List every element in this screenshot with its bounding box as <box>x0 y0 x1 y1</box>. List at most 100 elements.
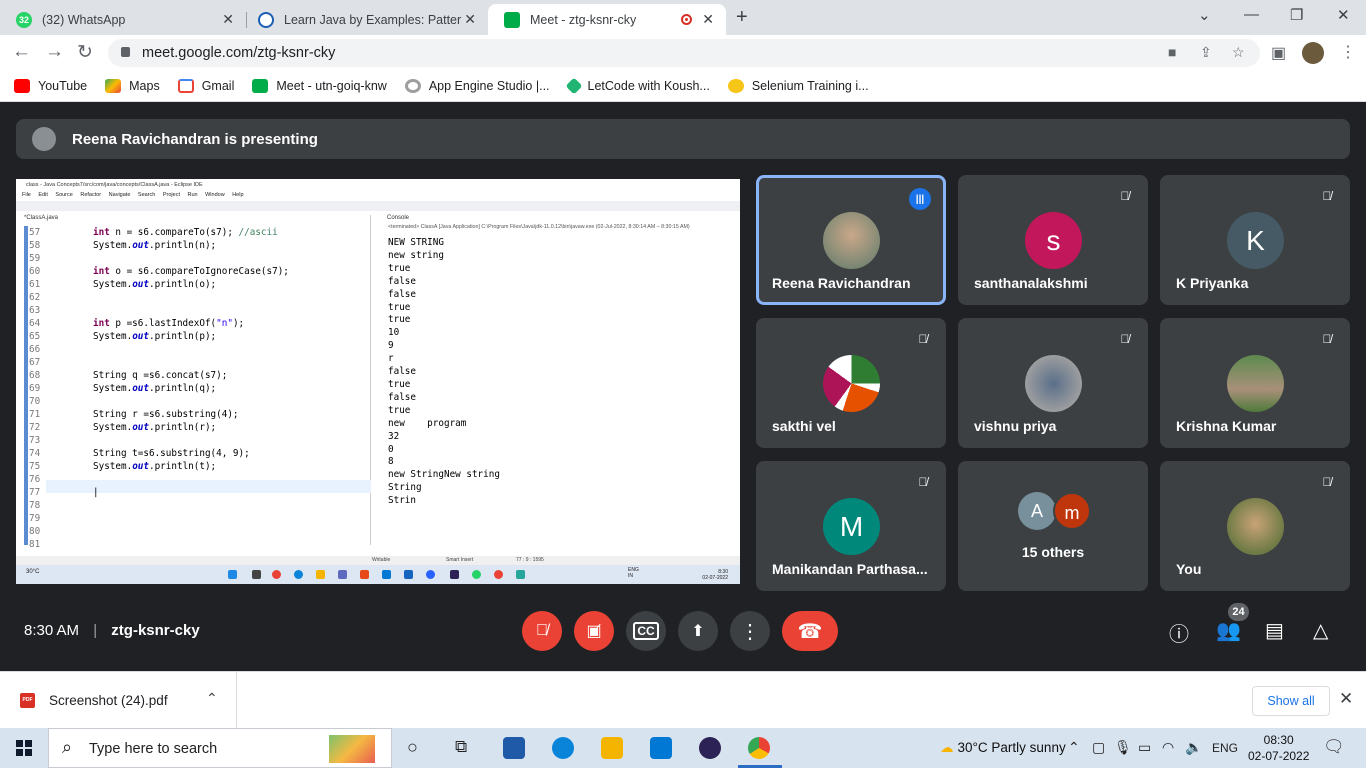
line-number: 80 <box>29 526 41 537</box>
side-panel-icon[interactable]: ▣ <box>1271 43 1286 63</box>
bookmark-maps[interactable]: Maps <box>105 78 160 93</box>
edge-icon[interactable] <box>552 737 574 759</box>
bookmark-meet[interactable]: Meet - utn-goiq-knw <box>252 78 387 93</box>
console-tab: Console <box>387 215 410 221</box>
bookmark-selenium[interactable]: Selenium Training i... <box>727 78 869 93</box>
close-tab-icon[interactable]: ✕ <box>702 11 714 28</box>
search-icon: ⌕ <box>62 737 73 757</box>
chrome-icon[interactable] <box>748 737 770 759</box>
file-explorer-icon[interactable] <box>601 737 623 759</box>
bookmark-star-icon[interactable]: ☆ <box>1232 44 1245 61</box>
cortana-icon[interactable]: ○ <box>407 737 418 758</box>
show-hidden-icons[interactable]: ⌃ <box>1068 739 1080 756</box>
participant-tile[interactable]: ||| Reena Ravichandran <box>756 175 946 305</box>
weather-widget[interactable]: ☁ 30°C Partly sunny <box>940 740 1066 756</box>
forward-icon[interactable]: → <box>45 41 64 63</box>
console-line: true <box>388 262 411 274</box>
more-options-button[interactable]: ⋮ <box>730 611 770 651</box>
remote-zoom-icon <box>404 570 413 579</box>
more-vert-icon: ⋮ <box>740 620 760 643</box>
back-icon[interactable]: ← <box>12 41 31 63</box>
windows-start-icon[interactable] <box>16 740 32 756</box>
meeting-details-icon[interactable]: ⓘ <box>1169 618 1189 647</box>
bookmarks-bar: YouTube Maps Gmail Meet - utn-goiq-knw A… <box>0 70 1366 102</box>
recording-icon <box>681 14 692 25</box>
participant-tile[interactable]: 🎙̸ s santhanalakshmi <box>958 175 1148 305</box>
participant-tile[interactable]: 🎙̸ K K Priyanka <box>1160 175 1350 305</box>
camera-icon[interactable]: ■ <box>1168 44 1176 60</box>
meet-tray-icon[interactable]: ▢ <box>1092 739 1105 756</box>
eclipse-icon[interactable] <box>699 737 721 759</box>
taskbar-search-box[interactable]: ⌕ Type here to search <box>48 728 392 768</box>
mail-icon[interactable] <box>650 737 672 759</box>
bookmark-label: Selenium Training i... <box>751 78 869 93</box>
menu-icon[interactable]: ⋮ <box>1340 42 1356 62</box>
present-button[interactable]: ⬆ <box>678 611 718 651</box>
task-view-icon[interactable]: ⧉ <box>455 737 467 757</box>
site-icon <box>258 11 274 28</box>
show-all-button[interactable]: Show all <box>1252 686 1330 716</box>
camera-toggle-button[interactable]: ▣̸ <box>574 611 614 651</box>
close-tab-icon[interactable]: ✕ <box>464 11 476 28</box>
activities-icon[interactable]: △ <box>1313 618 1328 643</box>
close-icon[interactable]: ✕ <box>1339 689 1353 709</box>
store-icon[interactable] <box>503 737 525 759</box>
language-indicator[interactable]: ENG <box>1212 741 1238 755</box>
mic-toggle-button[interactable]: 🎙̸ <box>522 611 562 651</box>
tab-search-icon[interactable]: ⌄ <box>1198 6 1211 24</box>
bookmark-gmail[interactable]: Gmail <box>177 78 234 93</box>
line-numbers: 57 58 59 60 61 62 63 64 65 66 67 68 69 70 71 72 73 74 75 76… <box>29 226 45 551</box>
console-line: 9 <box>388 340 394 352</box>
participant-tile[interactable]: 🎙̸ M Manikandan Parthasa... <box>756 461 946 591</box>
minimize-button[interactable]: — <box>1244 6 1259 23</box>
participant-tile[interactable]: 🎙̸ vishnu priya <box>958 318 1148 448</box>
line-number: 66 <box>29 344 41 355</box>
tab-title: (32) WhatsApp <box>42 12 126 27</box>
bookmark-letcode[interactable]: LetCode with Koush... <box>565 77 710 94</box>
volume-icon[interactable]: 🔈 <box>1185 739 1202 756</box>
participant-tile[interactable]: 🎙̸ Krishna Kumar <box>1160 318 1350 448</box>
eclipse-toolbar <box>16 201 740 211</box>
notifications-icon[interactable]: 🗨 <box>1323 737 1345 757</box>
line-number: 73 <box>29 435 41 446</box>
tab-title: Learn Java by Examples: Pattern p <box>284 12 462 27</box>
line-number: 59 <box>29 253 41 264</box>
close-tab-icon[interactable]: ✕ <box>222 11 234 28</box>
chat-icon[interactable]: ▤ <box>1265 618 1284 643</box>
reload-icon[interactable]: ↻ <box>77 41 93 64</box>
battery-icon[interactable]: ▭ <box>1138 739 1151 756</box>
line-number: 63 <box>29 305 41 316</box>
people-icon[interactable]: 👥 <box>1216 618 1241 643</box>
wifi-icon[interactable]: ◠ <box>1162 739 1174 756</box>
others-tile[interactable]: A m 15 others <box>958 461 1148 591</box>
chevron-up-icon[interactable]: ⌃ <box>206 690 218 707</box>
taskbar-clock[interactable]: 08:30 02-07-2022 <box>1248 732 1309 764</box>
omnibox[interactable]: meet.google.com/ztg-ksnr-cky ■ ⇪ ☆ <box>108 39 1260 67</box>
bookmark-youtube[interactable]: YouTube <box>14 78 87 93</box>
profile-avatar[interactable] <box>1302 42 1324 64</box>
participant-name: Reena Ravichandran <box>772 275 911 291</box>
line-number: 67 <box>29 357 41 368</box>
search-highlight-icon <box>329 735 375 763</box>
bookmark-app-engine[interactable]: App Engine Studio |... <box>404 78 550 93</box>
microphone-icon[interactable]: 🎙 <box>1114 739 1132 756</box>
console-line: 0 <box>388 443 394 455</box>
self-tile[interactable]: 🎙̸ You <box>1160 461 1350 591</box>
captions-button[interactable]: CC <box>626 611 666 651</box>
tab-meet[interactable]: Meet - ztg-ksnr-cky ✕ <box>488 4 726 35</box>
tab-learn-java[interactable]: Learn Java by Examples: Pattern p ✕ <box>242 4 488 35</box>
tab-whatsapp[interactable]: 32 (32) WhatsApp ✕ <box>0 4 246 35</box>
line-number: 81 <box>29 539 41 550</box>
line-number: 57 <box>29 227 41 238</box>
selenium-icon <box>727 78 744 93</box>
line-number: 79 <box>29 513 41 524</box>
restore-button[interactable]: ❐ <box>1290 6 1303 24</box>
new-tab-button[interactable]: + <box>736 6 748 29</box>
share-icon[interactable]: ⇪ <box>1200 44 1212 61</box>
participant-tile[interactable]: 🎙̸ sakthi vel <box>756 318 946 448</box>
close-window-button[interactable]: ✕ <box>1337 6 1350 24</box>
remote-folder-icon <box>316 570 325 579</box>
leave-call-button[interactable]: ☎ <box>782 611 838 651</box>
download-item[interactable]: PDF Screenshot (24).pdf ⌃ <box>0 672 237 729</box>
avatar <box>1025 355 1082 412</box>
